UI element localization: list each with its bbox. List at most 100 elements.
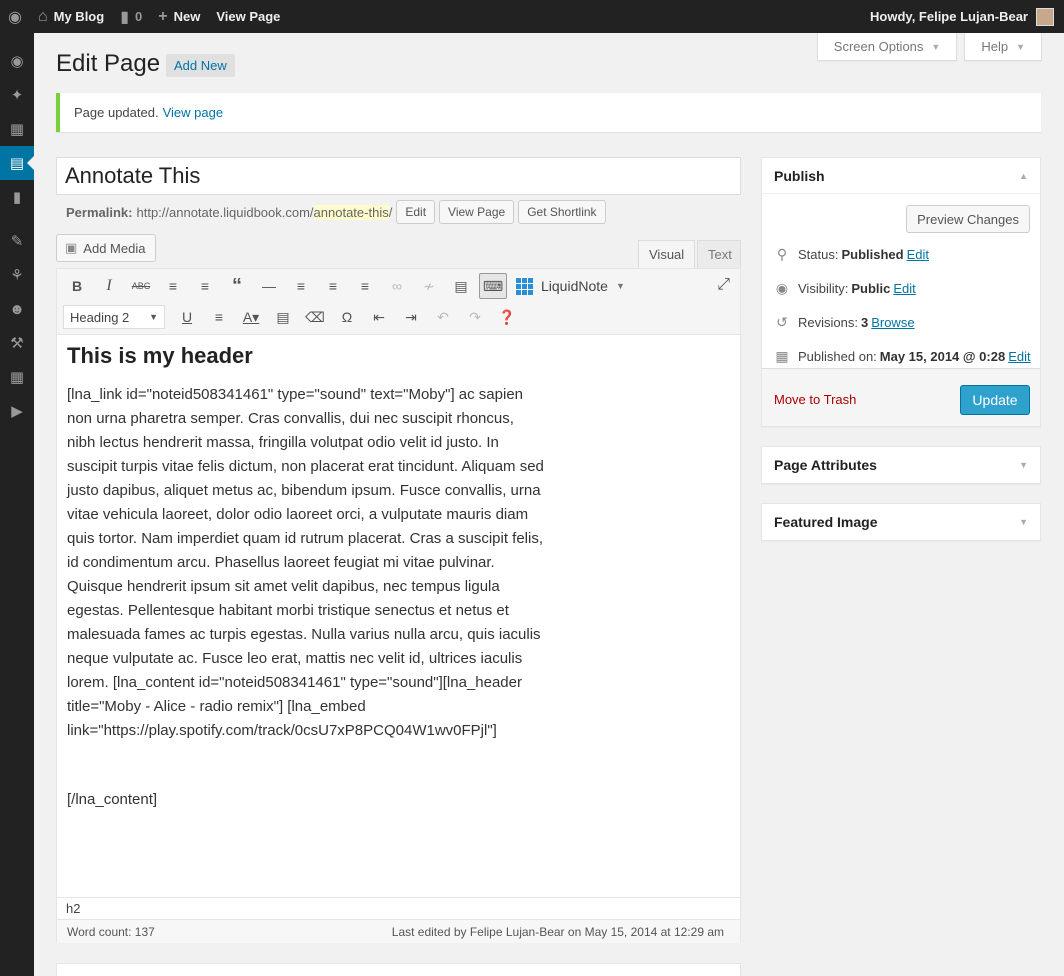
admin-menu: ◉ ✦ ▦ ▤ ▮ ✎ ⚘ ☻ ⚒ ▦ ▶	[0, 33, 34, 976]
editor-toolbar: B I ABC ≡ ≡ “ — ≡ ≡ ≡ ∞ ≁ ▤ ⌨ LiquidNote…	[57, 269, 740, 335]
post-title-input[interactable]: Annotate This	[56, 157, 741, 195]
underline-icon[interactable]: U	[173, 304, 201, 330]
caret-down-icon: ▼	[1016, 41, 1025, 52]
comments-link[interactable]: ▮ 0	[112, 0, 150, 33]
numbered-list-icon[interactable]: ≡	[191, 273, 219, 299]
plugins-icon[interactable]: ⚘	[0, 258, 34, 292]
edit-slug-button[interactable]: Edit	[396, 200, 436, 224]
publish-title: Publish	[774, 167, 825, 184]
clear-formatting-icon[interactable]: ⌫	[301, 304, 329, 330]
help-label: Help	[981, 39, 1009, 54]
featured-image-box[interactable]: Featured Image ▼	[761, 503, 1041, 541]
editor-content-area[interactable]: This is my header [lna_link id="noteid50…	[57, 335, 740, 897]
last-edited: Last edited by Felipe Lujan-Bear on May …	[391, 924, 724, 939]
browse-revisions-link[interactable]: Browse	[871, 315, 914, 330]
caret-down-icon: ▼	[149, 312, 158, 322]
justify-icon[interactable]: ≡	[205, 304, 233, 330]
toolbar-toggle-icon[interactable]: ⌨	[479, 273, 507, 299]
edit-date-link[interactable]: Edit	[1008, 349, 1030, 364]
redo-icon[interactable]: ↷	[461, 304, 489, 330]
tab-visual[interactable]: Visual	[638, 240, 696, 268]
view-page-button[interactable]: View Page	[439, 200, 515, 224]
fullscreen-icon[interactable]: ⤢	[717, 276, 730, 294]
preview-changes-button[interactable]: Preview Changes	[906, 205, 1030, 233]
get-shortlink-button[interactable]: Get Shortlink	[518, 200, 606, 224]
publish-actions: Move to Trash Update	[762, 368, 1040, 426]
users-icon[interactable]: ☻	[0, 292, 34, 326]
plus-icon: +	[158, 7, 168, 25]
text-color-icon[interactable]: A▾	[237, 304, 265, 330]
site-name: My Blog	[53, 9, 105, 24]
featured-image-header[interactable]: Featured Image ▼	[762, 504, 1040, 540]
view-page-link[interactable]: View Page	[208, 0, 288, 33]
help-button[interactable]: Help ▼	[964, 33, 1042, 61]
tab-text[interactable]: Text	[697, 240, 741, 268]
tools-icon[interactable]: ⚒	[0, 326, 34, 360]
media-icon[interactable]: ▦	[0, 112, 34, 146]
new-content-link[interactable]: + New	[150, 0, 208, 33]
horizontal-line-icon[interactable]: —	[255, 273, 283, 299]
italic-icon[interactable]: I	[95, 273, 123, 299]
align-right-icon[interactable]: ≡	[351, 273, 379, 299]
screen-options-button[interactable]: Screen Options ▼	[816, 33, 958, 61]
comments-icon[interactable]: ▮	[0, 180, 34, 214]
align-left-icon[interactable]: ≡	[287, 273, 315, 299]
page-attributes-box[interactable]: Page Attributes ▼	[761, 446, 1041, 484]
bold-icon[interactable]: B	[63, 273, 91, 299]
page-attributes-title: Page Attributes	[774, 457, 877, 473]
published-label: Published on:	[798, 349, 877, 364]
update-button[interactable]: Update	[960, 385, 1030, 415]
page-title: Edit Page	[56, 50, 161, 77]
permalink-row: Permalink: http://annotate.liquidbook.co…	[66, 199, 606, 225]
revisions-row: ↺ Revisions: 3 Browse	[774, 314, 914, 331]
published-value: May 15, 2014 @ 0:28	[879, 349, 1006, 364]
strikethrough-icon[interactable]: ABC	[127, 273, 155, 299]
pin-icon: ⚲	[776, 246, 788, 262]
unlink-icon[interactable]: ≁	[415, 273, 443, 299]
format-select[interactable]: Heading 2 ▼	[63, 305, 165, 329]
visibility-value: Public	[851, 281, 891, 296]
undo-icon[interactable]: ↶	[429, 304, 457, 330]
expand-down-icon[interactable]: ▼	[1019, 517, 1028, 527]
my-account[interactable]: Howdy, Felipe Lujan-Bear	[870, 7, 1064, 26]
appearance-icon[interactable]: ✎	[0, 224, 34, 258]
expand-down-icon[interactable]: ▼	[1019, 460, 1028, 470]
new-label: New	[173, 9, 201, 24]
blockquote-icon[interactable]: “	[223, 273, 251, 299]
avatar	[1036, 7, 1054, 26]
edit-status-link[interactable]: Edit	[907, 247, 929, 262]
help-circle-icon[interactable]: ❓	[493, 304, 521, 330]
view-page-notice-link[interactable]: View page	[163, 105, 223, 120]
posts-pin-icon[interactable]: ✦	[0, 78, 34, 112]
add-media-button[interactable]: ▣ Add Media	[56, 234, 157, 262]
publish-box-header[interactable]: Publish ▲	[762, 158, 1040, 194]
align-center-icon[interactable]: ≡	[319, 273, 347, 299]
move-to-trash-link[interactable]: Move to Trash	[774, 392, 856, 407]
pages-icon[interactable]: ▤	[0, 146, 34, 180]
site-name-link[interactable]: ⌂ My Blog	[30, 0, 112, 33]
wordpress-logo-icon[interactable]: ◉	[0, 0, 30, 33]
status-value: Published	[841, 247, 904, 262]
permalink-base: http://annotate.liquidbook.com/	[136, 204, 314, 220]
permalink-slug[interactable]: annotate-this	[313, 204, 389, 220]
collapse-up-icon[interactable]: ▲	[1019, 171, 1028, 181]
liquidnote-label: LiquidNote	[541, 278, 608, 294]
bullet-list-icon[interactable]: ≡	[159, 273, 187, 299]
status-row: ⚲ Status: Published Edit	[774, 246, 929, 263]
add-new-button[interactable]: Add New	[166, 54, 235, 77]
outdent-icon[interactable]: ⇤	[365, 304, 393, 330]
liquidnote-menu[interactable]: LiquidNote ▼	[515, 277, 625, 295]
indent-icon[interactable]: ⇥	[397, 304, 425, 330]
dashboard-icon[interactable]: ◉	[0, 44, 34, 78]
update-notice: Page updated. View page	[56, 93, 1041, 132]
settings-icon[interactable]: ▦	[0, 360, 34, 394]
edit-visibility-link[interactable]: Edit	[893, 281, 915, 296]
paste-text-icon[interactable]: ▤	[269, 304, 297, 330]
collapse-play-icon[interactable]: ▶	[0, 394, 34, 428]
special-character-icon[interactable]: Ω	[333, 304, 361, 330]
calendar-icon: ▦	[775, 348, 789, 364]
permalink-label: Permalink:	[66, 204, 133, 220]
link-icon[interactable]: ∞	[383, 273, 411, 299]
page-attributes-header[interactable]: Page Attributes ▼	[762, 447, 1040, 483]
read-more-icon[interactable]: ▤	[447, 273, 475, 299]
